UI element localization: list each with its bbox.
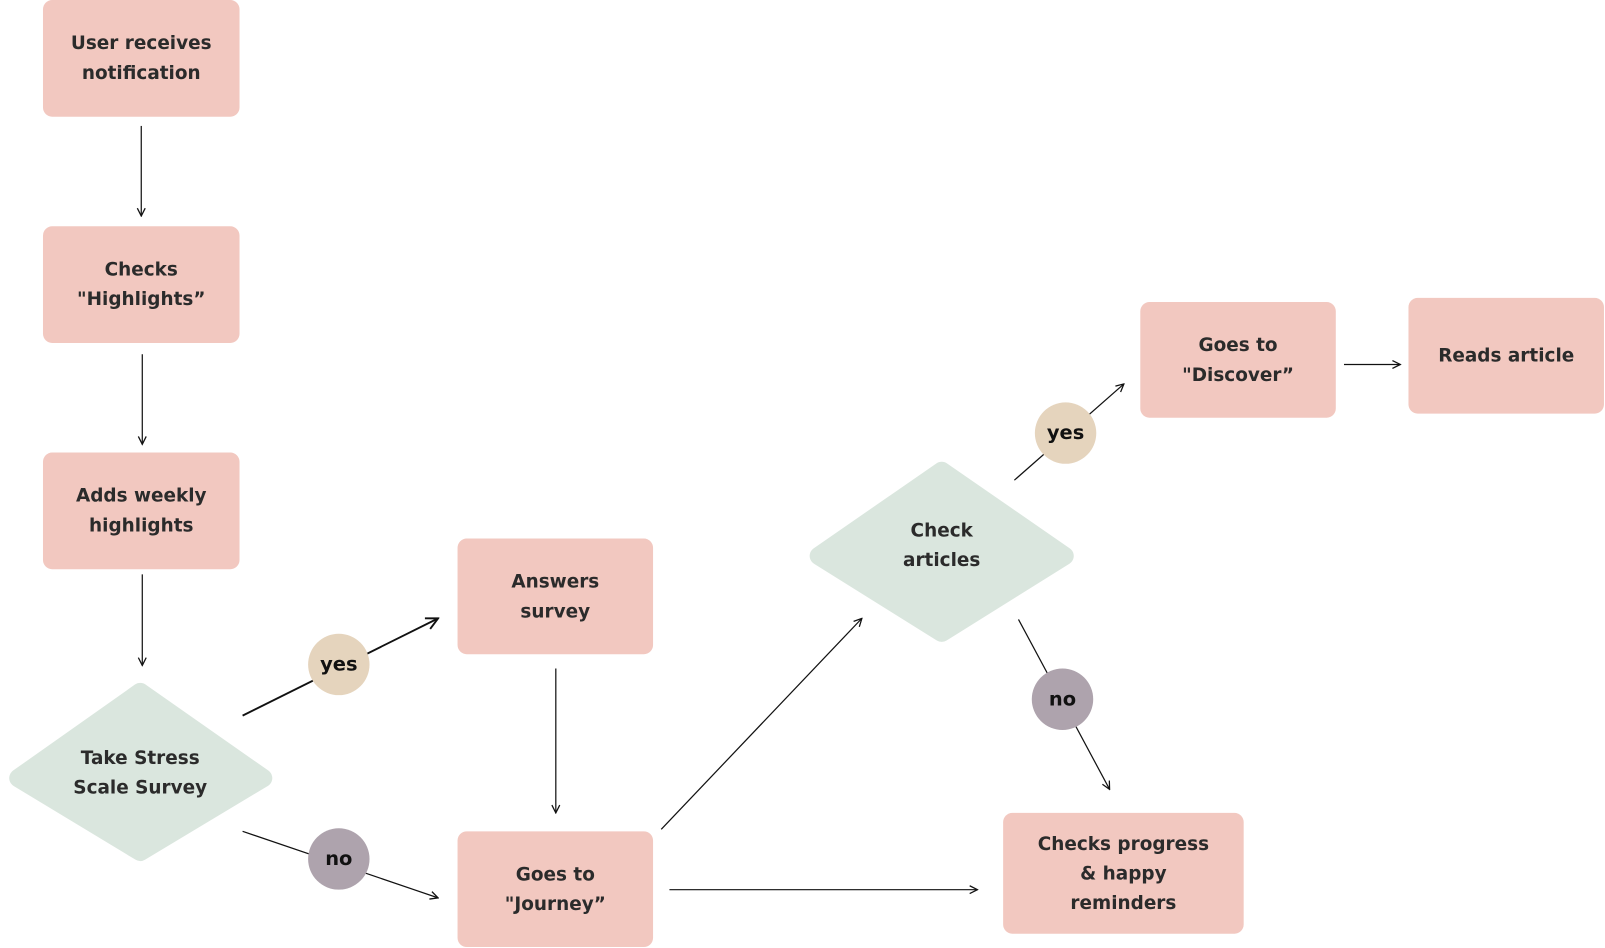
yes-badge: yes xyxy=(1034,402,1097,464)
node-journey: Goes to "Journey” xyxy=(457,831,654,948)
node-discover: Goes to "Discover” xyxy=(1140,302,1336,418)
node-label: Adds weekly highlights xyxy=(75,485,207,537)
node-highlights: Checks "Highlights” xyxy=(42,226,240,343)
node-label: Checks progress & happy reminders xyxy=(1037,832,1210,914)
node-label: User receives notification xyxy=(70,32,212,84)
node-weekly-highlights: Adds weekly highlights xyxy=(42,452,240,570)
decision-survey-label-wrap: Take Stress Scale Survey xyxy=(38,727,243,819)
arrow xyxy=(660,618,862,830)
node-reads-article: Reads article xyxy=(1408,297,1604,414)
yes-badge: yes xyxy=(308,633,370,696)
no-badge: no xyxy=(308,828,370,890)
node-label: Answers survey xyxy=(511,570,600,622)
node-notification: User receives notification xyxy=(42,0,240,117)
no-badge: no xyxy=(1031,668,1094,730)
node-label: Goes to "Journey” xyxy=(504,863,606,915)
decision-label: Take Stress Scale Survey xyxy=(73,747,208,799)
decision-label: Check articles xyxy=(903,520,981,572)
node-answers-survey: Answers survey xyxy=(457,538,654,655)
flowchart: User receives notification Checks "Highl… xyxy=(0,0,1605,948)
decision-articles-label-wrap: Check articles xyxy=(839,500,1044,592)
node-progress: Checks progress & happy reminders xyxy=(1003,812,1244,934)
node-label: Checks "Highlights” xyxy=(77,259,206,311)
node-label: Reads article xyxy=(1438,345,1575,367)
node-label: Goes to "Discover” xyxy=(1182,334,1294,386)
